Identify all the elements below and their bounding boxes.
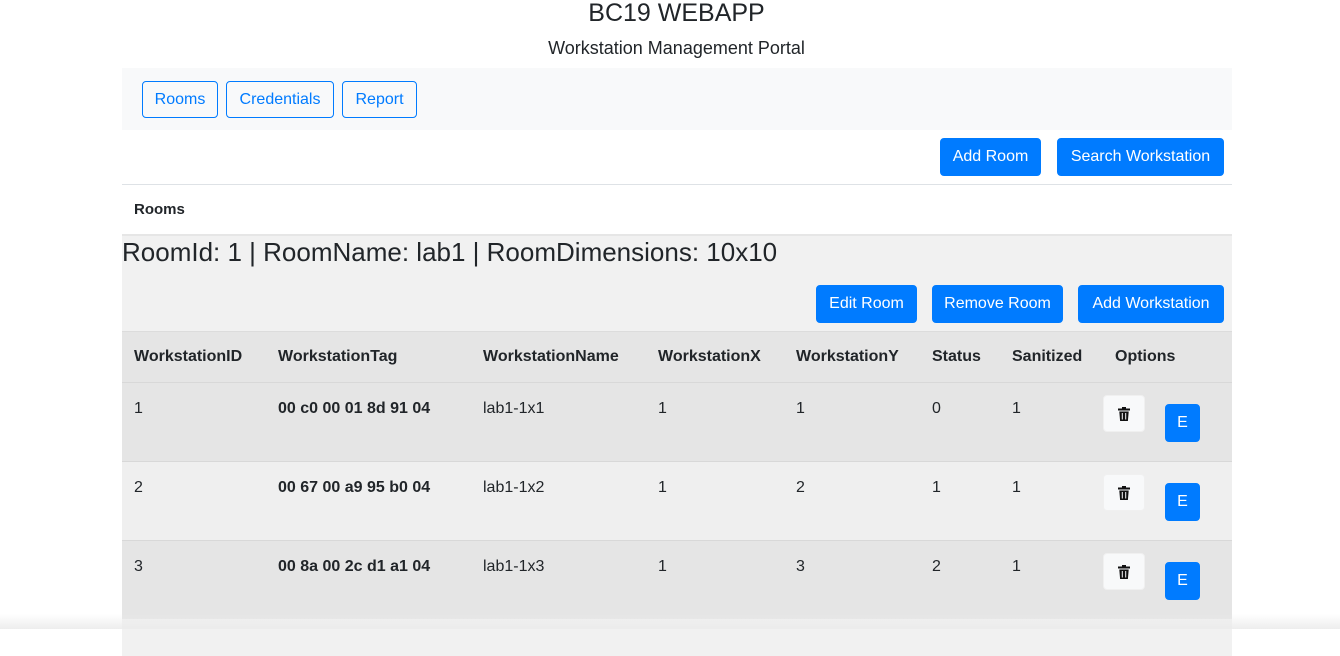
trash-icon — [1118, 564, 1130, 579]
table-cell: 2 — [122, 461, 266, 541]
delete-workstation-button[interactable] — [1103, 474, 1145, 511]
workstation-status: 1 — [932, 479, 941, 496]
table-cell: 1 — [1000, 461, 1103, 541]
table-cell: 00 c0 00 01 8d 91 04 — [266, 382, 471, 462]
workstation-sanitized: 1 — [1012, 479, 1021, 496]
options-cell: E — [1103, 382, 1232, 462]
delete-workstation-button[interactable] — [1103, 395, 1145, 432]
table-cell: 1 — [1000, 540, 1103, 619]
column-header: WorkstationTag — [266, 331, 471, 383]
edit-workstation-button[interactable]: E — [1165, 483, 1200, 521]
search-workstation-button[interactable]: Search Workstation — [1057, 138, 1224, 176]
table-cell: 2 — [784, 461, 920, 541]
room-heading: RoomId: 1 | RoomName: lab1 | RoomDimensi… — [122, 237, 778, 267]
workstation-status: 0 — [932, 400, 941, 417]
workstation-y: 2 — [796, 479, 805, 496]
table-cell: lab1-1x2 — [471, 461, 646, 541]
trash-icon — [1118, 406, 1130, 421]
rooms-card-header: Rooms — [122, 185, 1232, 236]
column-header: Options — [1103, 331, 1232, 383]
table-cell: 1 — [646, 461, 784, 541]
workstation-id: 1 — [134, 400, 143, 417]
trash-icon — [1118, 485, 1130, 500]
remove-room-button[interactable]: Remove Room — [932, 285, 1063, 323]
workstation-tag: 00 c0 00 01 8d 91 04 — [278, 400, 431, 417]
workstation-y: 3 — [796, 558, 805, 575]
workstation-name: lab1-1x1 — [483, 400, 545, 417]
table-cell: 1 — [784, 382, 920, 462]
options-cell: E — [1103, 540, 1232, 619]
table-row: 1 00 c0 00 01 8d 91 04 lab1-1x1 1 1 0 1 … — [122, 382, 1232, 462]
add-room-button[interactable]: Add Room — [940, 138, 1041, 176]
table-cell: lab1-1x1 — [471, 382, 646, 462]
nav-credentials-button[interactable]: Credentials — [226, 81, 334, 118]
workstation-id: 3 — [134, 558, 143, 575]
options-cell: E — [1103, 461, 1232, 541]
workstation-tag: 00 8a 00 2c d1 a1 04 — [278, 558, 431, 575]
table-row: 3 00 8a 00 2c d1 a1 04 lab1-1x3 1 3 2 1 … — [122, 540, 1232, 619]
column-header: WorkstationY — [784, 331, 920, 383]
app-title: BC19 WEBAPP — [588, 0, 765, 27]
navbar: Rooms Credentials Report — [122, 68, 1232, 130]
workstation-sanitized: 1 — [1012, 400, 1021, 417]
table-row: 2 00 67 00 a9 95 b0 04 lab1-1x2 1 2 1 1 … — [122, 461, 1232, 541]
edit-workstation-button[interactable]: E — [1165, 562, 1200, 600]
table-cell: 00 67 00 a9 95 b0 04 — [266, 461, 471, 541]
table-cell: 1 — [122, 382, 266, 462]
workstation-sanitized: 1 — [1012, 558, 1021, 575]
table-cell: lab1-1x3 — [471, 540, 646, 619]
delete-workstation-button[interactable] — [1103, 553, 1145, 590]
table-cell: 3 — [784, 540, 920, 619]
table-cell: 1 — [1000, 382, 1103, 462]
table-cell: 00 8a 00 2c d1 a1 04 — [266, 540, 471, 619]
column-header: WorkstationX — [646, 331, 784, 383]
rooms-card: Rooms RoomId: 1 | RoomName: lab1 | RoomD… — [122, 184, 1232, 656]
nav-rooms-button[interactable]: Rooms — [142, 81, 218, 118]
room-section: RoomId: 1 | RoomName: lab1 | RoomDimensi… — [122, 236, 1232, 656]
column-header: WorkstationName — [471, 331, 646, 383]
edit-workstation-button[interactable]: E — [1165, 404, 1200, 442]
bottom-fade — [0, 614, 1340, 629]
workstation-x: 1 — [658, 479, 667, 496]
workstation-id: 2 — [134, 479, 143, 496]
workstation-tag: 00 67 00 a9 95 b0 04 — [278, 479, 431, 496]
workstation-name: lab1-1x2 — [483, 479, 545, 496]
workstation-status: 2 — [932, 558, 941, 575]
nav-report-button[interactable]: Report — [342, 81, 417, 118]
table-cell: 2 — [920, 540, 1000, 619]
table-cell: 0 — [920, 382, 1000, 462]
workstation-table: WorkstationID WorkstationTag Workstation… — [122, 331, 1232, 619]
workstation-x: 1 — [658, 558, 667, 575]
edit-room-button[interactable]: Edit Room — [816, 285, 917, 323]
table-cell: 1 — [920, 461, 1000, 541]
rooms-card-title: Rooms — [134, 201, 185, 218]
table-header-row: WorkstationID WorkstationTag Workstation… — [122, 331, 1232, 383]
table-cell: 1 — [646, 540, 784, 619]
column-header: Status — [920, 331, 1000, 383]
table-cell: 1 — [646, 382, 784, 462]
column-header: Sanitized — [1000, 331, 1103, 383]
app-subtitle: Workstation Management Portal — [548, 38, 805, 58]
workstation-x: 1 — [658, 400, 667, 417]
workstation-name: lab1-1x3 — [483, 558, 545, 575]
table-cell: 3 — [122, 540, 266, 619]
column-header: WorkstationID — [122, 331, 266, 383]
add-workstation-button[interactable]: Add Workstation — [1078, 285, 1224, 323]
workstation-y: 1 — [796, 400, 805, 417]
